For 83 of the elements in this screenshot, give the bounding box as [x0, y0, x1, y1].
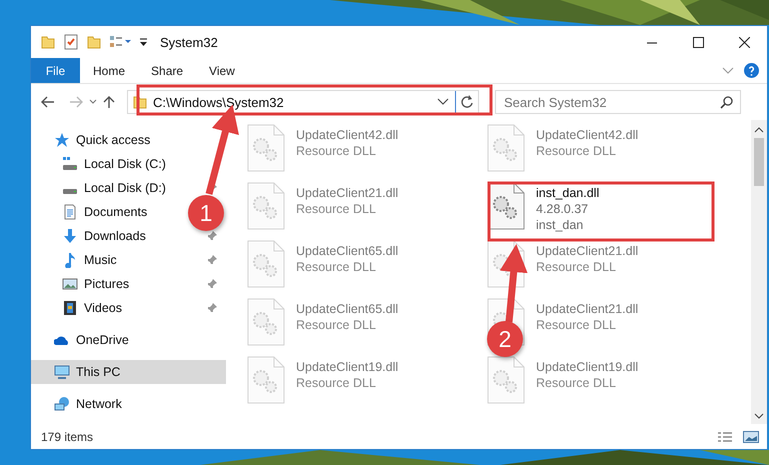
search-field[interactable]: Search System32 [495, 90, 741, 114]
settings-file-icon [246, 298, 286, 346]
scrollbar[interactable] [751, 120, 767, 424]
settings-file-icon [246, 240, 286, 288]
file-detail: Resource DLL [536, 318, 617, 332]
settings-file-icon [246, 124, 286, 172]
help-icon[interactable] [744, 63, 759, 78]
pin-icon[interactable] [206, 230, 218, 242]
search-icon[interactable] [720, 96, 733, 109]
star-icon [54, 132, 70, 148]
dropdown-icon[interactable] [139, 38, 148, 46]
nav-label[interactable]: Local Disk (D:) [84, 181, 166, 195]
nav-label[interactable]: Pictures [84, 277, 130, 291]
nav-label[interactable]: Documents [84, 205, 148, 219]
file-name[interactable]: UpdateClient19.dll [296, 360, 398, 374]
network-icon [54, 396, 70, 412]
file-name[interactable]: UpdateClient19.dll [536, 360, 638, 374]
file-name[interactable]: UpdateClient42.dll [536, 128, 638, 142]
settings-file-icon [246, 182, 286, 230]
file-detail: Resource DLL [296, 260, 377, 274]
up-button[interactable] [103, 95, 115, 109]
pin-icon[interactable] [206, 278, 218, 290]
ribbon-tab[interactable]: View [196, 58, 248, 83]
file-detail: Resource DLL [296, 202, 377, 216]
chevron-down-icon[interactable] [437, 98, 449, 106]
ribbon-tab[interactable]: Home [80, 58, 138, 83]
step-number: 1 [188, 195, 224, 231]
nav-label[interactable]: Downloads [84, 229, 146, 243]
window-title: System32 [160, 34, 218, 50]
file-name[interactable]: inst_dan.dll [536, 186, 600, 200]
address-bar[interactable]: C:\Windows\System32 [127, 90, 479, 114]
file-detail: 4.28.0.37 [536, 202, 590, 216]
scroll-down-icon[interactable] [754, 412, 764, 420]
file-detail: Resource DLL [296, 318, 377, 332]
settings-file-icon [486, 356, 526, 404]
close-icon [738, 36, 750, 48]
film-icon [62, 300, 78, 316]
file-name[interactable]: UpdateClient21.dll [536, 244, 638, 258]
file-name[interactable]: UpdateClient21.dll [536, 302, 638, 316]
music-note-icon [62, 252, 78, 268]
drive-icon [62, 188, 78, 194]
nav-label[interactable]: OneDrive [76, 333, 129, 347]
properties-icon[interactable] [63, 34, 79, 50]
nav-label[interactable]: Network [76, 397, 122, 411]
settings-file-icon [486, 124, 526, 172]
recent-locations-button[interactable] [89, 99, 97, 105]
file-name[interactable]: UpdateClient21.dll [296, 186, 398, 200]
pin-icon[interactable] [206, 254, 218, 266]
address-path: C:\Windows\System32 [153, 94, 285, 110]
view-list-icon[interactable] [109, 35, 131, 49]
scrollbar-thumb[interactable] [754, 138, 764, 186]
thumbnail-view-icon[interactable] [743, 430, 759, 442]
monitor-icon [54, 364, 70, 380]
settings-file-icon [486, 240, 526, 288]
nav-label[interactable]: Local Disk (C:) [84, 157, 166, 171]
ribbon-tab[interactable]: File [31, 58, 80, 83]
download-icon [62, 228, 78, 244]
file-name[interactable]: UpdateClient65.dll [296, 244, 398, 258]
selected-nav-item[interactable]: This PC [31, 360, 226, 384]
ribbon-tab[interactable]: Share [138, 58, 196, 83]
file-detail: inst_dan [536, 218, 584, 232]
nav-label[interactable]: This PC [76, 365, 120, 379]
item-count: 179 items [41, 430, 94, 444]
file-name[interactable]: UpdateClient65.dll [296, 302, 398, 316]
picture-icon [62, 276, 78, 292]
nav-label[interactable]: Quick access [76, 133, 150, 147]
file-detail: Resource DLL [536, 144, 617, 158]
pin-icon[interactable] [206, 302, 218, 314]
details-view-icon[interactable] [717, 430, 733, 442]
scroll-up-icon[interactable] [754, 126, 764, 134]
maximize-icon [692, 36, 704, 48]
settings-file-icon [246, 356, 286, 404]
step-number: 2 [487, 321, 523, 357]
file-name[interactable]: UpdateClient42.dll [296, 128, 398, 142]
file-detail: Resource DLL [296, 144, 377, 158]
drive-icon [62, 156, 78, 172]
back-button[interactable] [41, 96, 55, 108]
file-detail: Resource DLL [536, 376, 617, 390]
file-detail: Resource DLL [536, 260, 617, 274]
file-detail: Resource DLL [296, 376, 377, 390]
document-icon [62, 204, 78, 220]
nav-label[interactable]: Videos [84, 301, 122, 315]
nav-label[interactable]: Music [84, 253, 117, 267]
